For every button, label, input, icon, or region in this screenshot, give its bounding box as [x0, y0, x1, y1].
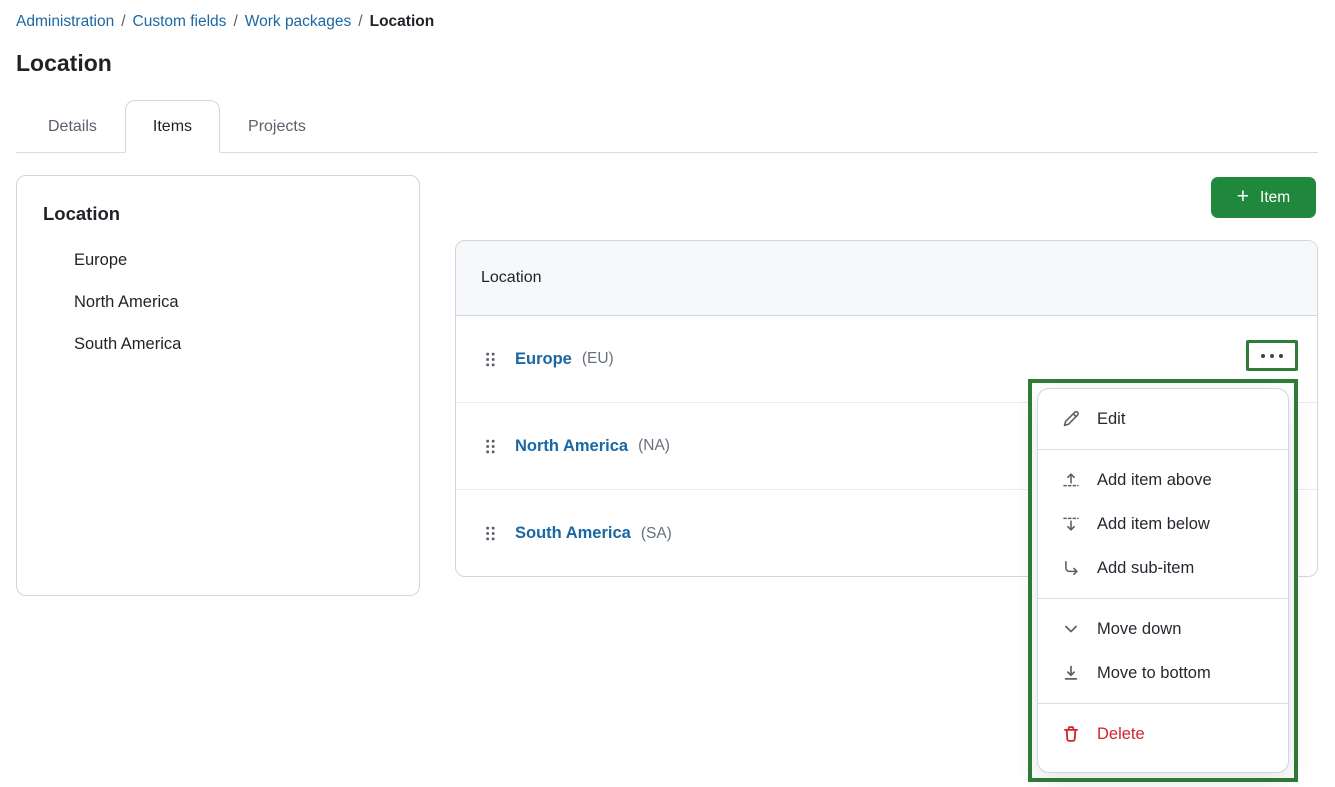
- item-link-north-america[interactable]: North America: [515, 437, 628, 456]
- menu-item-add-sub-item[interactable]: Add sub-item: [1038, 546, 1288, 590]
- menu-section-add: Add item above Add item below Add sub-it…: [1038, 450, 1288, 599]
- chevron-down-icon: [1062, 620, 1080, 638]
- item-short-code: (NA): [638, 437, 670, 454]
- items-table-header-label: Location: [481, 269, 542, 286]
- insert-above-icon: [1062, 471, 1080, 489]
- menu-item-add-item-below[interactable]: Add item below: [1038, 502, 1288, 546]
- preview-item-list: Europe North America South America: [17, 251, 419, 354]
- tab-projects[interactable]: Projects: [220, 100, 334, 153]
- breadcrumb: Administration / Custom fields / Work pa…: [16, 13, 434, 31]
- menu-item-label: Add item below: [1097, 514, 1210, 533]
- sub-item-icon: [1062, 559, 1080, 577]
- insert-below-icon: [1062, 515, 1080, 533]
- item-link-europe[interactable]: Europe: [515, 350, 572, 369]
- page-title: Location: [16, 50, 112, 76]
- menu-item-label: Move down: [1097, 619, 1182, 638]
- row-context-menu: Edit Add item above Add item below Add s…: [1037, 388, 1289, 773]
- menu-item-label: Add sub-item: [1097, 558, 1195, 577]
- preview-item: South America: [74, 335, 182, 353]
- ellipsis-icon: [1270, 353, 1274, 358]
- menu-item-delete[interactable]: Delete: [1038, 712, 1288, 756]
- items-table-header: Location: [456, 241, 1317, 316]
- trash-icon: [1062, 725, 1080, 743]
- menu-section-move: Move down Move to bottom: [1038, 599, 1288, 704]
- tab-bar: Details Items Projects: [20, 100, 334, 153]
- add-item-button[interactable]: + Item: [1211, 177, 1316, 218]
- drag-handle-icon[interactable]: [485, 351, 496, 368]
- hierarchy-preview-card: Location Europe North America South Amer…: [16, 175, 420, 596]
- menu-item-add-item-above[interactable]: Add item above: [1038, 458, 1288, 502]
- row-context-menu-highlight: Edit Add item above Add item below Add s…: [1028, 379, 1298, 782]
- menu-item-label: Edit: [1097, 409, 1126, 428]
- breadcrumb-link-custom-fields[interactable]: Custom fields: [133, 13, 227, 31]
- breadcrumb-link-work-packages[interactable]: Work packages: [245, 13, 352, 31]
- item-short-code: (EU): [581, 350, 614, 367]
- menu-item-label: Move to bottom: [1097, 663, 1211, 682]
- ellipsis-icon: [1261, 353, 1265, 358]
- breadcrumb-separator: /: [358, 13, 363, 30]
- menu-section-edit: Edit: [1038, 389, 1288, 450]
- menu-item-label: Add item above: [1097, 470, 1212, 489]
- breadcrumb-separator: /: [233, 13, 238, 30]
- breadcrumb-separator: /: [121, 13, 126, 30]
- drag-handle-icon[interactable]: [485, 525, 496, 542]
- custom-field-items-page: Administration / Custom fields / Work pa…: [0, 0, 1335, 787]
- plus-icon: +: [1236, 185, 1250, 208]
- preview-item: North America: [74, 293, 179, 311]
- move-to-bottom-icon: [1062, 664, 1080, 682]
- menu-item-move-to-bottom[interactable]: Move to bottom: [1038, 651, 1288, 695]
- tab-details[interactable]: Details: [20, 100, 125, 153]
- menu-item-move-down[interactable]: Move down: [1038, 607, 1288, 651]
- drag-handle-icon[interactable]: [485, 438, 496, 455]
- tab-items[interactable]: Items: [124, 100, 221, 153]
- ellipsis-icon: [1279, 353, 1283, 358]
- item-link-south-america[interactable]: South America: [515, 524, 631, 543]
- menu-item-edit[interactable]: Edit: [1038, 397, 1288, 441]
- preview-item: Europe: [74, 251, 128, 269]
- menu-section-delete: Delete: [1038, 704, 1288, 764]
- breadcrumb-link-administration[interactable]: Administration: [16, 13, 114, 31]
- row-menu-trigger-button[interactable]: [1246, 340, 1298, 371]
- item-short-code: (SA): [640, 524, 672, 542]
- add-item-button-label: Item: [1260, 188, 1291, 206]
- menu-item-label: Delete: [1097, 724, 1145, 743]
- preview-card-title: Location: [43, 203, 121, 224]
- breadcrumb-current: Location: [369, 13, 435, 30]
- pencil-icon: [1062, 410, 1080, 428]
